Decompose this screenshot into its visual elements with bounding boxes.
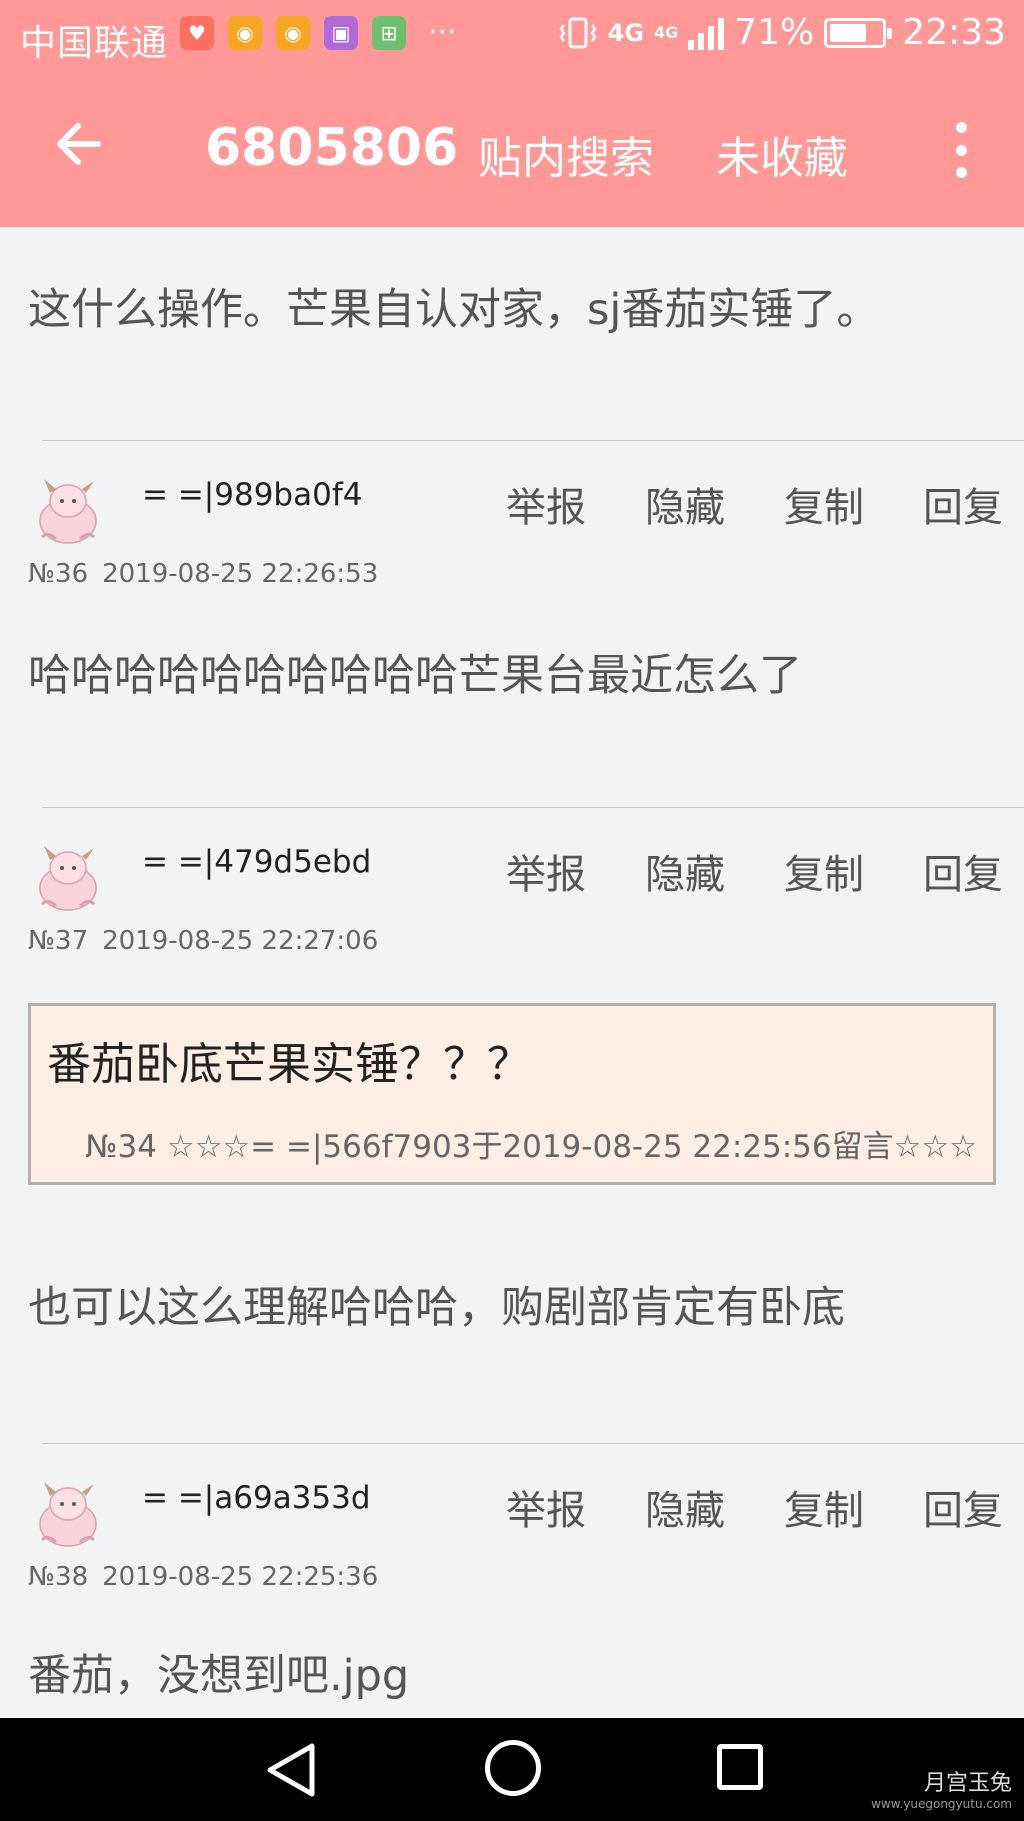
notification-icons: ♥ ◉ ◉ ▣ ⊞ ··· bbox=[180, 16, 457, 50]
thread-id-title: 6805806 bbox=[205, 118, 459, 178]
reply-button[interactable]: 回复 bbox=[923, 842, 1003, 900]
post-meta: №38 2019-08-25 22:25:36 bbox=[28, 1562, 378, 1592]
report-button[interactable]: 举报 bbox=[506, 1478, 586, 1536]
back-button[interactable] bbox=[50, 114, 110, 174]
more-notifications-icon: ··· bbox=[428, 15, 457, 50]
status-bar: 中国联通 ♥ ◉ ◉ ▣ ⊞ ··· 4G 4G 71% 22:33 bbox=[0, 0, 1024, 72]
search-in-thread-button[interactable]: 贴内搜索 bbox=[478, 122, 654, 186]
post-meta: №37 2019-08-25 22:27:06 bbox=[28, 926, 378, 956]
avatar bbox=[39, 846, 97, 911]
signal-strength-icon bbox=[688, 16, 725, 50]
app-header: 中国联通 ♥ ◉ ◉ ▣ ⊞ ··· 4G 4G 71% 22:33 68058… bbox=[0, 0, 1024, 227]
carrier-name: 中国联通 bbox=[20, 23, 169, 64]
vibrate-icon bbox=[559, 17, 597, 48]
post-header: = =|989ba0f4 举报 隐藏 复制 回复 №36 2019-08-25 2… bbox=[0, 441, 1024, 591]
thread-content[interactable]: 这什么操作。芒果自认对家，sj番茄实锤了。 = =|989ba0f4 举报 隐藏… bbox=[0, 227, 1024, 1718]
battery-percent: 71% bbox=[734, 12, 815, 53]
hide-button[interactable]: 隐藏 bbox=[645, 475, 725, 533]
copy-button[interactable]: 复制 bbox=[784, 1478, 864, 1536]
post-body: 番茄，没想到吧.jpg bbox=[28, 1651, 410, 1701]
avatar bbox=[39, 1482, 97, 1547]
report-button[interactable]: 举报 bbox=[506, 475, 586, 533]
post-actions: 举报 隐藏 复制 回复 bbox=[506, 475, 1003, 533]
avatar bbox=[39, 479, 97, 544]
arrow-left-icon bbox=[57, 123, 101, 165]
post-header: = =|a69a353d 举报 隐藏 复制 回复 №38 2019-08-25 2… bbox=[0, 1444, 1024, 1594]
nav-recents-button[interactable] bbox=[717, 1744, 763, 1790]
battery-fill bbox=[830, 23, 866, 42]
post-number: №36 bbox=[28, 559, 89, 589]
overflow-menu-button[interactable] bbox=[946, 122, 976, 178]
post-username: = =|479d5ebd bbox=[142, 844, 372, 880]
reply-button[interactable]: 回复 bbox=[923, 475, 1003, 533]
quote-text: 番茄卧底芒果实锤？？？ bbox=[47, 1039, 531, 1090]
hide-button[interactable]: 隐藏 bbox=[645, 1478, 725, 1536]
weibo-icon: ◉ bbox=[276, 16, 310, 50]
report-button[interactable]: 举报 bbox=[506, 842, 586, 900]
weibo-icon: ◉ bbox=[228, 16, 262, 50]
hide-button[interactable]: 隐藏 bbox=[645, 842, 725, 900]
network-type-primary: 4G bbox=[607, 18, 644, 47]
app-grid-icon: ⊞ bbox=[372, 16, 406, 50]
post-number: №38 bbox=[28, 1562, 89, 1592]
nav-back-button[interactable] bbox=[262, 1740, 318, 1800]
quote-meta: №34 ☆☆☆= =|566f7903于2019-08-25 22:25:56留… bbox=[85, 1129, 977, 1165]
post-header: = =|479d5ebd 举报 隐藏 复制 回复 №37 2019-08-25 2… bbox=[0, 808, 1024, 958]
status-right: 4G 4G 71% 22:33 bbox=[558, 12, 1006, 53]
post-body: 哈哈哈哈哈哈哈哈哈哈芒果台最近怎么了 bbox=[28, 651, 802, 701]
health-app-icon: ♥ bbox=[180, 16, 214, 50]
copy-button[interactable]: 复制 bbox=[784, 475, 864, 533]
favorite-button[interactable]: 未收藏 bbox=[716, 122, 848, 186]
watermark-logo: 月宫玉兔 bbox=[923, 1771, 1012, 1796]
post-username: = =|989ba0f4 bbox=[142, 477, 363, 513]
post-body: 也可以这么理解哈哈哈，购剧部肯定有卧底 bbox=[28, 1283, 845, 1333]
network-type-secondary: 4G bbox=[653, 22, 679, 42]
post-username: = =|a69a353d bbox=[142, 1480, 371, 1516]
post-meta: №36 2019-08-25 22:26:53 bbox=[28, 559, 378, 589]
nav-home-button[interactable] bbox=[485, 1740, 541, 1796]
post-number: №37 bbox=[28, 926, 89, 956]
post-actions: 举报 隐藏 复制 回复 bbox=[506, 842, 1003, 900]
gallery-icon: ▣ bbox=[324, 16, 358, 50]
copy-button[interactable]: 复制 bbox=[784, 842, 864, 900]
quoted-message[interactable]: 番茄卧底芒果实锤？？？ №34 ☆☆☆= =|566f7903于2019-08-… bbox=[28, 1003, 996, 1185]
post-timestamp: 2019-08-25 22:27:06 bbox=[102, 926, 379, 956]
watermark-url: www.yuegongyutu.com bbox=[871, 1797, 1012, 1811]
battery-icon bbox=[824, 17, 893, 48]
post-body: 这什么操作。芒果自认对家，sj番茄实锤了。 bbox=[28, 285, 880, 335]
title-bar: 6805806 贴内搜索 未收藏 bbox=[0, 72, 1024, 227]
post-actions: 举报 隐藏 复制 回复 bbox=[506, 1478, 1003, 1536]
clock: 22:33 bbox=[902, 12, 1006, 53]
post-timestamp: 2019-08-25 22:25:36 bbox=[102, 1562, 379, 1592]
more-vert-icon bbox=[955, 122, 967, 133]
reply-button[interactable]: 回复 bbox=[923, 1478, 1003, 1536]
system-nav-bar: 月宫玉兔 www.yuegongyutu.com bbox=[0, 1718, 1024, 1821]
network-secondary-group: 4G bbox=[653, 22, 679, 42]
post-timestamp: 2019-08-25 22:26:53 bbox=[102, 559, 379, 589]
watermark: 月宫玉兔 www.yuegongyutu.com bbox=[871, 1765, 1012, 1811]
